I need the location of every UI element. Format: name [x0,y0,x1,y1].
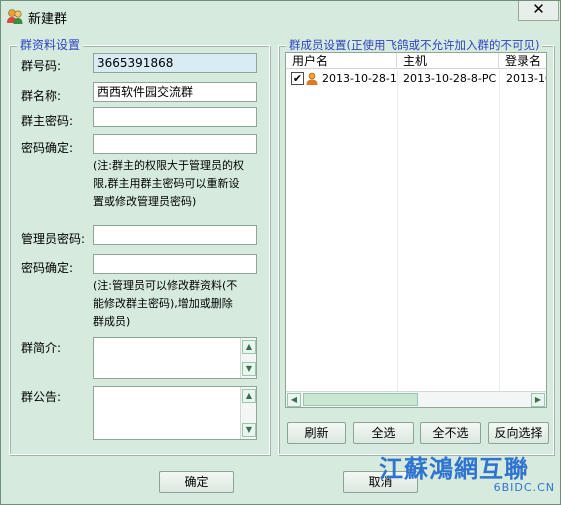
member-username: 2013-10-28-1 [322,72,397,85]
hscroll-thumb[interactable] [303,393,418,406]
chevron-up-icon[interactable]: ▲ [242,389,256,403]
owner-password-confirm-label: 密码确定: [21,141,74,155]
owner-password-label: 群主密码: [21,114,74,128]
intro-scrollbar[interactable]: ▲ ▼ [240,338,256,378]
admin-note-line: 能修改群主密码),增加或删除 [93,297,233,310]
select-none-button[interactable]: 全不选 [420,422,481,444]
chevron-down-icon[interactable]: ▼ [242,362,256,376]
group-number-field[interactable]: 3665391868 [93,53,257,73]
watermark-logo: 江蘇鴻網互聯 6BIDC.CN [379,449,559,503]
group-announcement-textarea[interactable]: ▲ ▼ [93,386,257,440]
chevron-down-icon[interactable]: ▼ [242,423,256,437]
column-header-login[interactable]: 登录名 [499,53,546,69]
refresh-button[interactable]: 刷新 [287,422,346,444]
admin-note-line: 群成员) [93,315,131,328]
group-number-label: 群号码: [21,59,62,73]
chevron-left-icon[interactable]: ◀ [287,393,301,407]
user-icon [306,72,318,85]
group-info-title: 群资料设置 [17,38,84,52]
owner-note-line: (注:群主的权限大于管理员的权 [93,159,244,172]
admin-password-field[interactable] [93,225,257,245]
grid-line [397,70,398,392]
chevron-up-icon[interactable]: ▲ [242,340,256,354]
admin-password-confirm-field[interactable] [93,254,257,274]
group-name-field[interactable]: 西西软件园交流群 [93,82,257,102]
owner-note: (注:群主的权限大于管理员的权 限,群主用群主密码可以重新设 置或修改管理员密码… [93,157,265,211]
title-bar[interactable]: 新建群 ✕ [1,1,560,31]
admin-note: (注:管理员可以修改群资料(不 能修改群主密码),增加或删除 群成员) [93,277,265,331]
grid-line [499,70,500,392]
invert-selection-button[interactable]: 反向选择 [488,422,549,444]
member-login: 2013-10 [506,72,546,85]
owner-password-field[interactable] [93,107,257,127]
group-intro-label: 群简介: [21,341,62,355]
chevron-right-icon[interactable]: ▶ [531,393,545,407]
owner-password-confirm-field[interactable] [93,134,257,154]
close-icon: ✕ [532,0,545,18]
owner-note-line: 置或修改管理员密码) [93,195,197,208]
select-all-button[interactable]: 全选 [353,422,414,444]
member-settings-title: 群成员设置(正使用飞鸽或不允许加入群的不可见) [286,38,543,52]
column-header-host[interactable]: 主机 [397,53,499,69]
new-group-dialog: 新建群 ✕ 群资料设置 群号码: 3665391868 群名称: 西西软件园交流… [0,0,561,505]
member-list[interactable]: 用户名 主机 登录名 ✔ 2013-10-28-1 2013-10-28-8-P… [285,52,547,408]
watermark-sub-text: 6BIDC.CN [493,481,555,494]
announcement-scrollbar[interactable]: ▲ ▼ [240,387,256,439]
group-intro-textarea[interactable]: ▲ ▼ [93,337,257,379]
group-name-label: 群名称: [21,89,62,103]
owner-note-line: 限,群主用群主密码可以重新设 [93,177,240,190]
admin-password-label: 管理员密码: [21,232,86,246]
group-announcement-label: 群公告: [21,390,62,404]
window-title: 新建群 [28,12,68,27]
member-host: 2013-10-28-8-PC [403,72,497,85]
admin-password-confirm-label: 密码确定: [21,261,74,275]
users-icon [7,9,23,24]
member-list-hscrollbar[interactable]: ◀ ▶ [286,391,546,407]
watermark-main-text: 江蘇鴻網互聯 [379,455,529,483]
column-header-username[interactable]: 用户名 [286,53,397,69]
close-button[interactable]: ✕ [518,1,559,21]
ok-button[interactable]: 确定 [159,471,234,493]
member-checkbox[interactable]: ✔ [291,72,304,85]
admin-note-line: (注:管理员可以修改群资料(不 [93,279,238,292]
member-list-header: 用户名 主机 登录名 [286,53,546,69]
